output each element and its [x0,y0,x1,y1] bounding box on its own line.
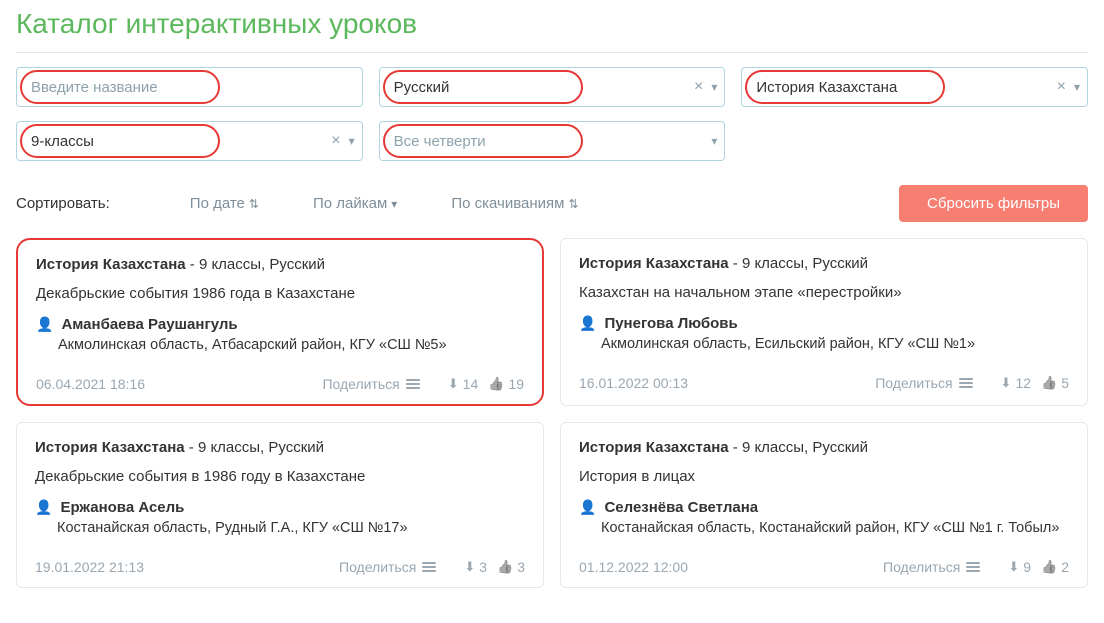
card-header: История Казахстана - 9 классы, Русский [35,439,525,456]
page-title: Каталог интерактивных уроков [16,0,1088,53]
card-header: История Казахстана - 9 классы, Русский [579,255,1069,272]
author-name: Ержанова Асель [60,499,184,516]
card-author: 👤 Ержанова Асель [35,499,525,516]
download-icon [1008,558,1019,575]
menu-icon [422,562,436,572]
author-name: Пунегова Любовь [604,315,737,332]
card-title: Декабрьские события в 1986 году в Казахс… [35,468,525,485]
downloads-stat: 3 [464,558,487,575]
sort-icon: ⇅ [249,197,259,211]
author-name: Аманбаева Раушангуль [61,316,237,333]
likes-stat: 5 [1041,374,1069,391]
downloads-stat: 14 [448,375,478,392]
like-icon [497,558,513,575]
card-header: История Казахстана - 9 классы, Русский [36,256,524,273]
sort-icon: ▾ [391,197,397,211]
menu-icon [959,378,973,388]
quarter-placeholder: Все четверти [394,133,486,150]
clear-icon[interactable]: × [1057,78,1066,96]
like-icon [1041,374,1057,391]
sort-icon: ⇅ [568,197,578,211]
filters-row-1: Русский × ▾ История Казахстана × ▾ [16,67,1088,107]
sort-by-date[interactable]: По дате⇅ [190,195,259,212]
card-footer: 06.04.2021 18:16 Поделиться 14 19 [36,375,524,392]
menu-icon [406,379,420,389]
subject-value: История Казахстана [756,79,897,96]
user-icon: 👤 [579,499,596,516]
card-footer: 16.01.2022 00:13 Поделиться 12 5 [579,374,1069,391]
user-icon: 👤 [579,315,596,332]
card-date: 01.12.2022 12:00 [579,559,883,575]
share-button[interactable]: Поделиться [322,376,419,392]
lesson-card[interactable]: История Казахстана - 9 классы, Русский Д… [16,238,544,406]
chevron-down-icon[interactable]: ▾ [349,134,355,148]
card-footer: 19.01.2022 21:13 Поделиться 3 3 [35,558,525,575]
chevron-down-icon[interactable]: ▾ [711,134,717,148]
likes-stat: 3 [497,558,525,575]
filter-subject[interactable]: История Казахстана × ▾ [741,67,1088,107]
filter-name [16,67,363,107]
likes-stat: 2 [1041,558,1069,575]
author-location: Акмолинская область, Атбасарский район, … [58,337,524,353]
sort-options: По дате⇅ По лайкам▾ По скачиваниям⇅ [190,195,579,212]
sort-by-downloads[interactable]: По скачиваниям⇅ [451,195,578,212]
author-name: Селезнёва Светлана [604,499,758,516]
filters-row-2: 9-классы × ▾ Все четверти ▾ [16,121,1088,161]
filter-language[interactable]: Русский × ▾ [379,67,726,107]
grade-value: 9-классы [31,133,94,150]
language-value: Русский [394,79,450,96]
sort-row: Сортировать: По дате⇅ По лайкам▾ По скач… [16,175,1088,238]
download-icon [448,375,459,392]
name-input[interactable] [16,67,363,107]
share-button[interactable]: Поделиться [339,559,436,575]
download-icon [464,558,475,575]
sort-by-likes[interactable]: По лайкам▾ [313,195,397,212]
lesson-card[interactable]: История Казахстана - 9 классы, Русский К… [560,238,1088,406]
menu-icon [966,562,980,572]
like-icon [488,375,504,392]
like-icon [1041,558,1057,575]
cards-grid: История Казахстана - 9 классы, Русский Д… [16,238,1088,588]
author-location: Костанайская область, Рудный Г.А., КГУ «… [57,520,525,536]
card-title: Декабрьские события 1986 года в Казахста… [36,285,524,302]
user-icon: 👤 [35,499,52,516]
lesson-card[interactable]: История Казахстана - 9 классы, Русский И… [560,422,1088,588]
clear-icon[interactable]: × [331,132,340,150]
reset-filters-button[interactable]: Сбросить фильтры [899,185,1088,222]
download-icon [1001,374,1012,391]
sort-label: Сортировать: [16,195,110,212]
chevron-down-icon[interactable]: ▾ [1074,80,1080,94]
card-date: 16.01.2022 00:13 [579,375,875,391]
lesson-card[interactable]: История Казахстана - 9 классы, Русский Д… [16,422,544,588]
card-date: 06.04.2021 18:16 [36,376,322,392]
card-author: 👤 Аманбаева Раушангуль [36,316,524,333]
card-title: Казахстан на начальном этапе «перестройк… [579,284,1069,301]
chevron-down-icon[interactable]: ▾ [711,80,717,94]
card-footer: 01.12.2022 12:00 Поделиться 9 2 [579,558,1069,575]
filter-quarter[interactable]: Все четверти ▾ [379,121,726,161]
author-location: Акмолинская область, Есильский район, КГ… [601,336,1069,352]
card-header: История Казахстана - 9 классы, Русский [579,439,1069,456]
card-title: История в лицах [579,468,1069,485]
filter-grade[interactable]: 9-классы × ▾ [16,121,363,161]
downloads-stat: 9 [1008,558,1031,575]
card-author: 👤 Пунегова Любовь [579,315,1069,332]
likes-stat: 19 [488,375,524,392]
share-button[interactable]: Поделиться [883,559,980,575]
share-button[interactable]: Поделиться [875,375,972,391]
user-icon: 👤 [36,316,53,333]
card-author: 👤 Селезнёва Светлана [579,499,1069,516]
card-date: 19.01.2022 21:13 [35,559,339,575]
author-location: Костанайская область, Костанайский район… [601,520,1069,536]
downloads-stat: 12 [1001,374,1031,391]
clear-icon[interactable]: × [694,78,703,96]
